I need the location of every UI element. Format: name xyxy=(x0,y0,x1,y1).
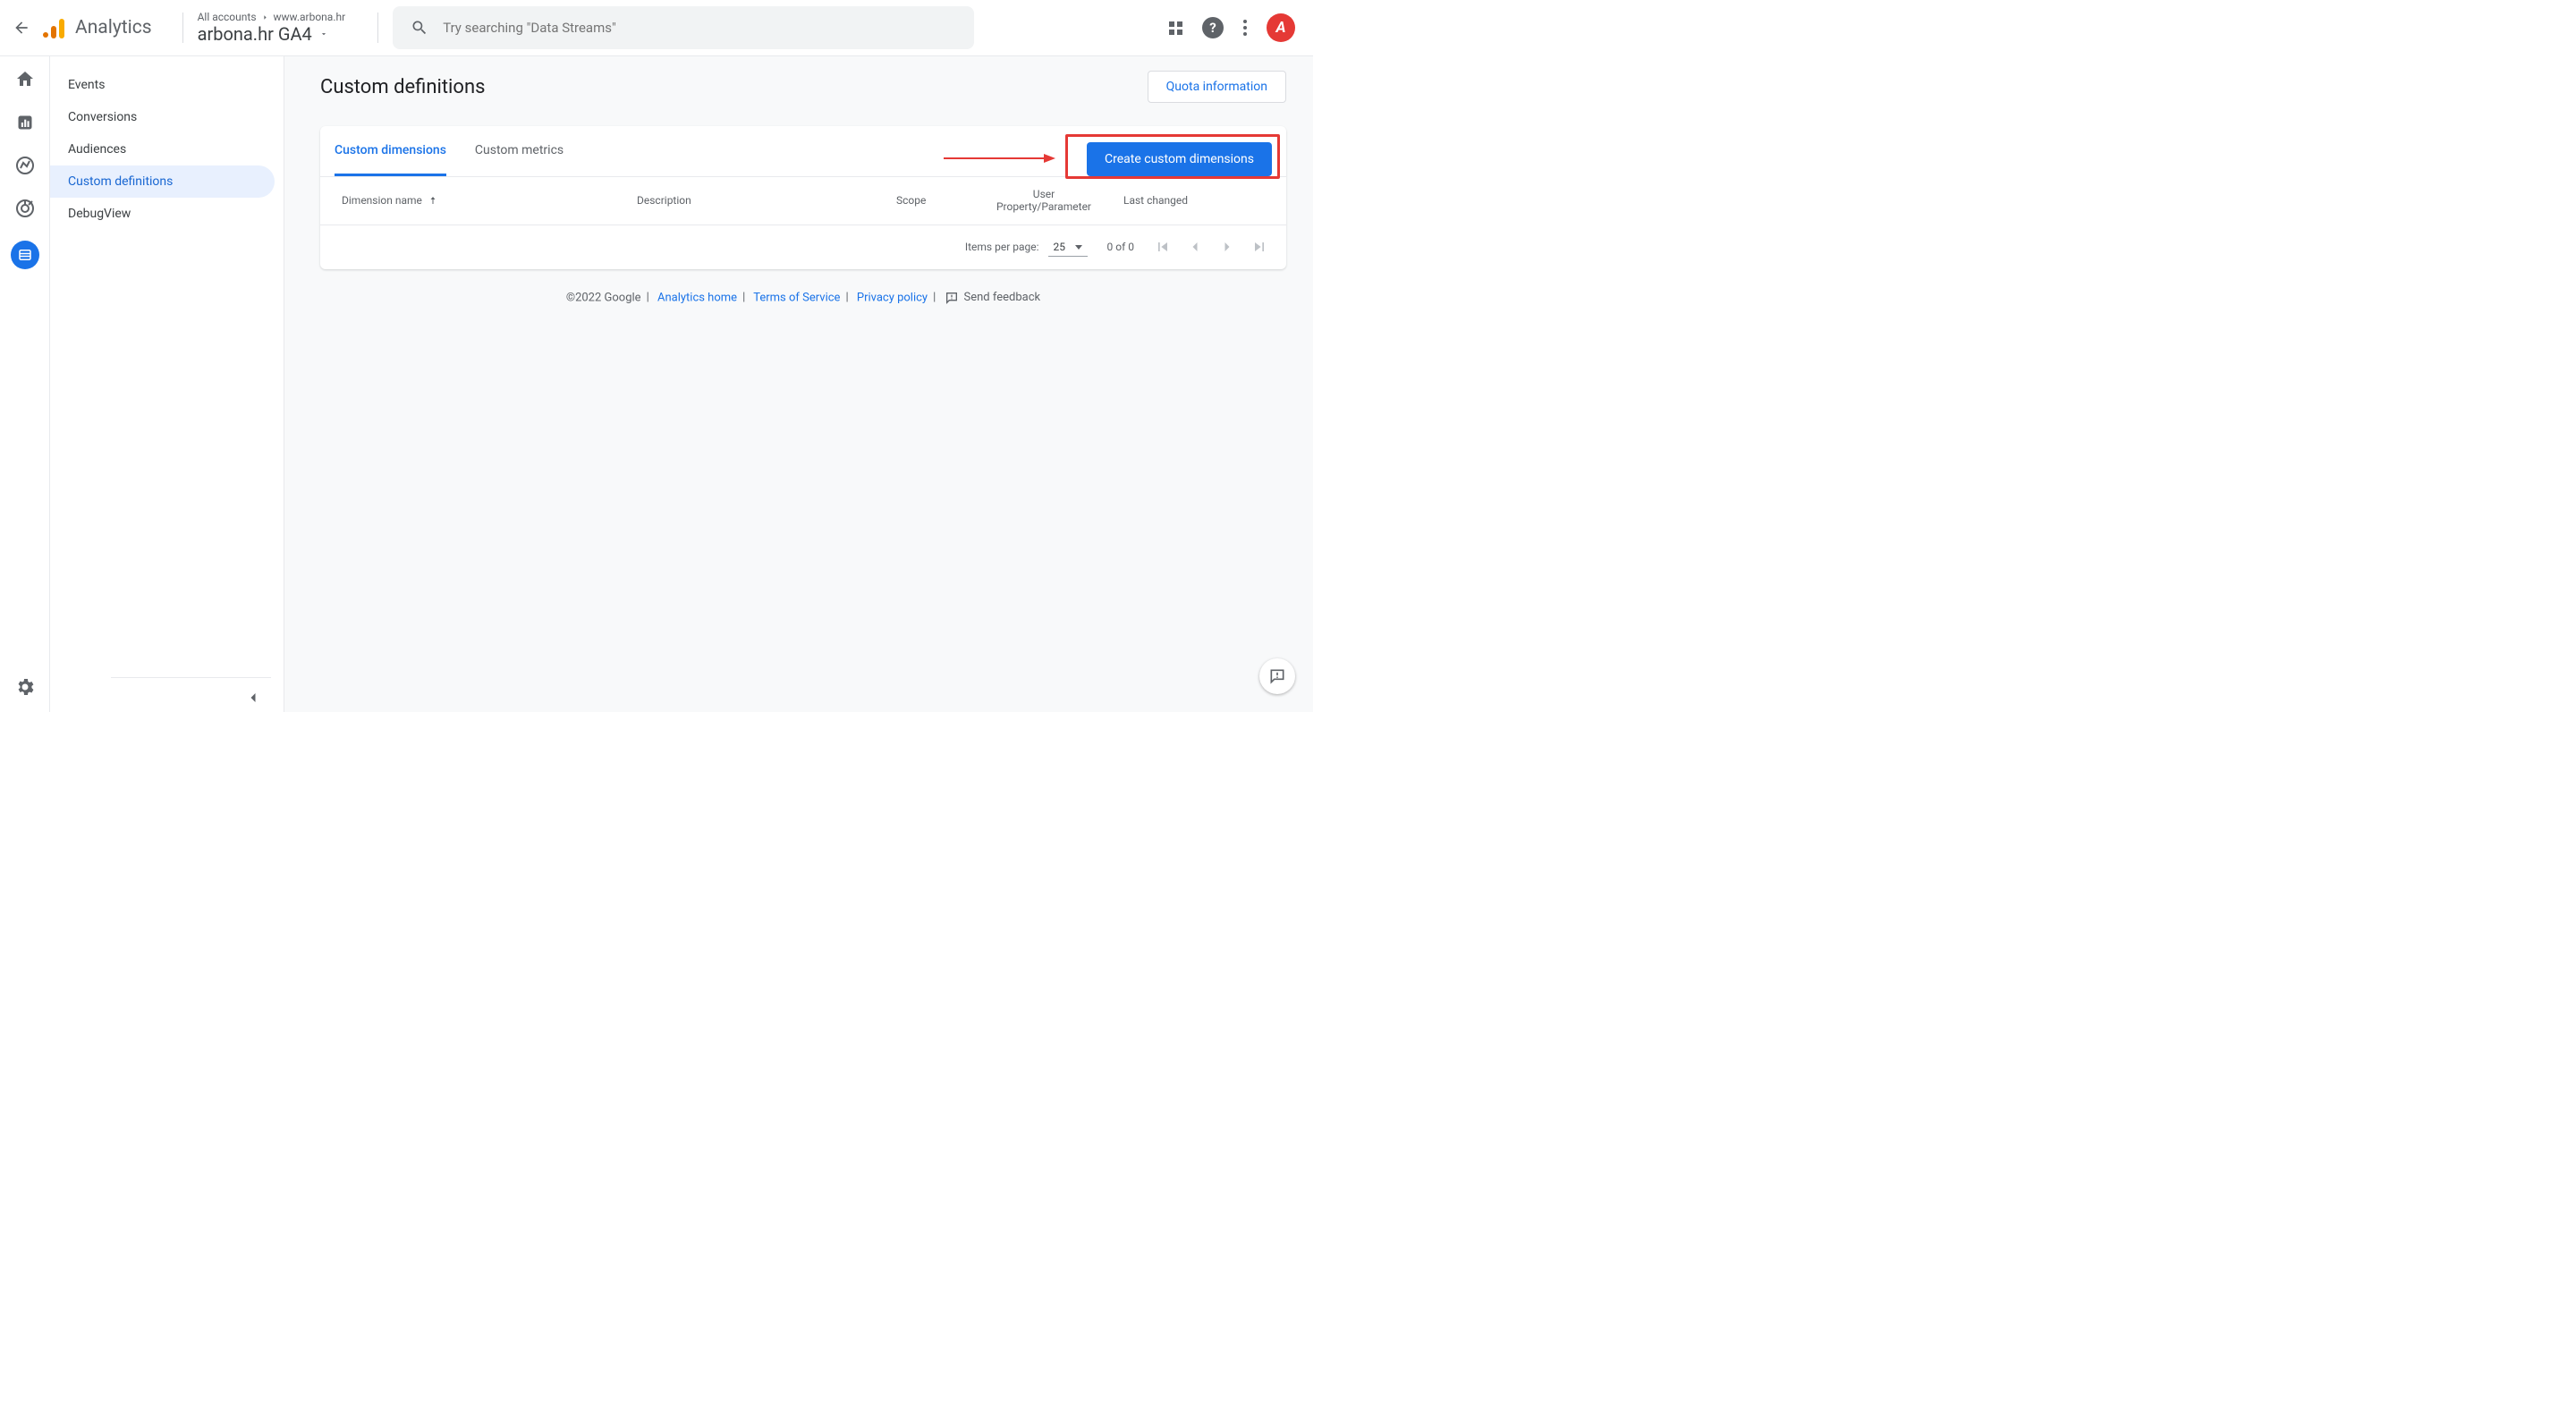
last-page-icon[interactable] xyxy=(1250,238,1268,256)
footer-copyright: ©2022 Google xyxy=(566,291,641,304)
col-scope[interactable]: Scope xyxy=(896,188,986,214)
back-arrow-icon[interactable] xyxy=(11,17,32,38)
footer-analytics-home-link[interactable]: Analytics home xyxy=(657,291,737,304)
breadcrumb-current: www.arbona.hr xyxy=(274,11,346,23)
sidebar-item-conversions[interactable]: Conversions xyxy=(50,101,275,133)
prev-page-icon[interactable] xyxy=(1186,238,1204,256)
quota-information-button[interactable]: Quota information xyxy=(1148,71,1286,103)
tabs: Custom dimensions Custom metrics xyxy=(335,143,564,176)
tab-custom-dimensions[interactable]: Custom dimensions xyxy=(335,143,446,176)
sidebar-item-audiences[interactable]: Audiences xyxy=(50,133,275,165)
items-per-page: Items per page: 25 xyxy=(965,238,1088,257)
breadcrumb-root: All accounts xyxy=(198,11,257,23)
next-page-icon[interactable] xyxy=(1218,238,1236,256)
paginator-range: 0 of 0 xyxy=(1107,241,1134,253)
feedback-fab[interactable] xyxy=(1259,658,1295,694)
feedback-icon xyxy=(945,291,959,305)
home-icon[interactable] xyxy=(14,69,36,90)
create-custom-dimensions-button[interactable]: Create custom dimensions xyxy=(1087,142,1272,176)
footer-terms-link[interactable]: Terms of Service xyxy=(753,291,840,304)
page-title: Custom definitions xyxy=(320,76,485,98)
sidebar-item-label: Custom definitions xyxy=(68,174,173,189)
sidebar-divider xyxy=(111,677,271,678)
help-icon[interactable]: ? xyxy=(1202,17,1224,38)
card-header: Custom dimensions Custom metrics Create … xyxy=(320,126,1286,176)
footer-privacy-link[interactable]: Privacy policy xyxy=(857,291,928,304)
property-name: arbona.hr GA4 xyxy=(198,23,312,45)
sidebar-item-label: DebugView xyxy=(68,207,131,221)
breadcrumb: All accounts www.arbona.hr xyxy=(198,11,346,23)
collapse-sidebar-icon[interactable] xyxy=(244,689,262,707)
definitions-card: Custom dimensions Custom metrics Create … xyxy=(320,126,1286,269)
avatar[interactable]: A xyxy=(1267,13,1295,42)
gear-icon[interactable] xyxy=(14,676,36,698)
sidebar-item-label: Conversions xyxy=(68,110,137,124)
top-bar: Analytics All accounts www.arbona.hr arb… xyxy=(0,0,1313,56)
chevron-right-icon xyxy=(261,13,269,21)
page-header: Custom definitions Quota information xyxy=(320,71,1286,103)
property-selector[interactable]: All accounts www.arbona.hr arbona.hr GA4 xyxy=(198,11,346,45)
more-icon[interactable] xyxy=(1243,20,1247,36)
apps-icon[interactable] xyxy=(1169,21,1182,35)
caret-down-icon xyxy=(319,30,328,38)
advertising-icon[interactable] xyxy=(14,198,36,219)
sort-asc-icon xyxy=(428,195,438,206)
table-header-row: Dimension name Description Scope User Pr… xyxy=(320,177,1286,225)
feedback-icon xyxy=(1268,667,1286,685)
footer: ©2022 Google| Analytics home| Terms of S… xyxy=(320,269,1286,326)
first-page-icon[interactable] xyxy=(1154,238,1172,256)
configure-icon[interactable] xyxy=(11,241,39,269)
search-box[interactable] xyxy=(393,6,974,49)
explore-icon[interactable] xyxy=(14,155,36,176)
separator xyxy=(377,13,378,43)
col-description[interactable]: Description xyxy=(637,188,896,214)
main-layout: Events Conversions Audiences Custom defi… xyxy=(0,56,1313,712)
col-last-changed[interactable]: Last changed xyxy=(1102,188,1209,214)
content-area: Custom definitions Quota information Cus… xyxy=(284,56,1313,712)
annotation-arrow-icon xyxy=(944,153,1055,164)
search-icon xyxy=(411,19,428,37)
sidebar-item-label: Audiences xyxy=(68,142,126,157)
top-right-actions: ? A xyxy=(1169,13,1295,42)
tab-custom-metrics[interactable]: Custom metrics xyxy=(475,143,564,176)
send-feedback-link[interactable]: Send feedback xyxy=(945,291,1041,305)
sidebar-item-events[interactable]: Events xyxy=(50,69,275,101)
col-dimension-name[interactable]: Dimension name xyxy=(342,188,637,214)
col-user-property[interactable]: User Property/Parameter xyxy=(986,188,1102,214)
separator xyxy=(182,13,183,43)
sidebar: Events Conversions Audiences Custom defi… xyxy=(50,56,284,712)
app-name: Analytics xyxy=(75,17,152,38)
paginator: Items per page: 25 0 of 0 xyxy=(320,225,1286,269)
analytics-icon xyxy=(43,17,64,38)
search-input[interactable] xyxy=(443,20,956,36)
sidebar-item-debugview[interactable]: DebugView xyxy=(50,198,275,230)
analytics-logo[interactable]: Analytics xyxy=(43,17,152,38)
sidebar-item-custom-definitions[interactable]: Custom definitions xyxy=(50,165,275,198)
sidebar-item-label: Events xyxy=(68,78,105,92)
items-per-page-select[interactable]: 25 xyxy=(1048,238,1088,257)
reports-icon[interactable] xyxy=(14,112,36,133)
nav-rail xyxy=(0,56,50,712)
